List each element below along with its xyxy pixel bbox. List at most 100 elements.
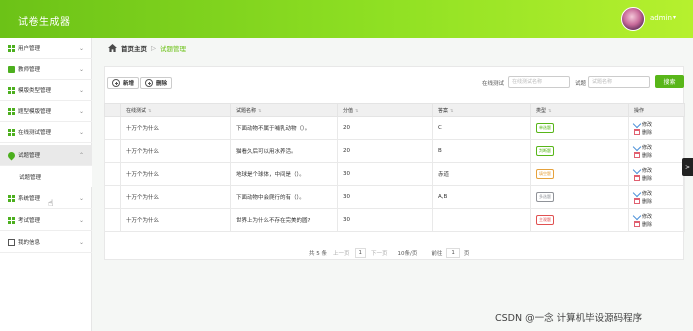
- trash-icon: [634, 221, 640, 227]
- sidebar-item-label: 题型模版管理: [18, 109, 52, 115]
- cell-type: 单选题: [530, 116, 629, 140]
- grid-icon: [8, 128, 15, 136]
- user-avatar[interactable]: [621, 7, 645, 31]
- cell-answer: [432, 208, 531, 232]
- sidebar-item-question-templates[interactable]: 题型模版管理 ⌄: [0, 101, 92, 122]
- cell-type: 填空题: [530, 162, 629, 186]
- column-header[interactable]: 在线测试 ⇅: [120, 103, 231, 117]
- mouse-cursor-icon: ☝: [48, 199, 54, 209]
- row-select-cell[interactable]: [104, 116, 121, 140]
- delete-action[interactable]: 删除: [634, 128, 684, 136]
- cell-answer: A,B: [432, 185, 531, 209]
- side-toggle-tab[interactable]: >: [682, 158, 693, 176]
- cell-test: 十万个为什么: [120, 162, 231, 186]
- cell-answer: B: [432, 139, 531, 163]
- chevron-down-icon: ⌄: [78, 195, 84, 202]
- delete-action[interactable]: 删除: [634, 174, 684, 182]
- trash-icon: [634, 129, 640, 135]
- row-select-cell[interactable]: [104, 208, 121, 232]
- table-row[interactable]: 十万个为什么 下面动物不属于哺乳动物（）。 20 C 单选题 修改 删除: [104, 116, 685, 140]
- cell-question: 地球是个球体，中间是（）。: [230, 162, 338, 186]
- minus-icon: [145, 79, 153, 87]
- pager-page-unit: 页: [463, 251, 470, 257]
- add-button-label: 新增: [123, 81, 135, 87]
- select-all-cell[interactable]: [104, 103, 121, 117]
- table-row[interactable]: 十万个为什么 地球是个球体，中间是（）。 30 赤道 填空题 修改 删除: [104, 162, 685, 186]
- chevron-down-icon: ⌄: [78, 239, 84, 246]
- watermark: CSDN @一念 计算机毕设源码程序: [495, 313, 643, 324]
- table-row[interactable]: 十万个为什么 下面动物中会爬行的有（）。 30 A,B 多选题 修改 删除: [104, 185, 685, 209]
- pager-prev[interactable]: 上一页: [333, 249, 350, 257]
- edit-action[interactable]: 修改: [632, 119, 684, 129]
- type-badge: 单选题: [536, 123, 554, 133]
- row-select-cell[interactable]: [104, 185, 121, 209]
- cell-question: 下面动物中会爬行的有（）。: [230, 185, 338, 209]
- sidebar-item-users[interactable]: 用户管理 ⌄: [0, 38, 92, 59]
- cell-score: 30: [337, 185, 433, 209]
- cell-test: 十万个为什么: [120, 139, 231, 163]
- sidebar-item-online-tests[interactable]: 在线测试管理 ⌄: [0, 122, 92, 143]
- chevron-up-icon: ⌃: [78, 152, 84, 159]
- grid-icon: [8, 44, 15, 52]
- delete-button[interactable]: 删除: [140, 77, 173, 89]
- chevron-down-icon: ⌄: [78, 87, 84, 94]
- pager-goto-input[interactable]: 1: [446, 248, 460, 258]
- delete-action[interactable]: 删除: [634, 220, 684, 228]
- column-header[interactable]: 答案 ⇅: [432, 103, 531, 117]
- sidebar-item-system[interactable]: 系统管理 ⌄: [0, 188, 92, 209]
- cell-actions: 修改 删除: [628, 139, 685, 163]
- pager-next[interactable]: 下一页: [371, 249, 388, 257]
- home-icon: [108, 44, 117, 52]
- cell-actions: 修改 删除: [628, 208, 685, 232]
- pin-icon: [6, 150, 17, 160]
- edit-action[interactable]: 修改: [632, 165, 684, 175]
- user-name[interactable]: admin: [650, 14, 672, 22]
- sidebar-item-teachers[interactable]: 教师管理 ⌄: [0, 59, 92, 80]
- cell-test: 十万个为什么: [120, 116, 231, 140]
- pager-goto-label: 前往: [431, 251, 443, 257]
- type-badge: 填空题: [536, 169, 554, 179]
- delete-action[interactable]: 删除: [634, 151, 684, 159]
- chevron-down-icon: ⌄: [78, 66, 84, 73]
- column-header[interactable]: 分值 ⇅: [337, 103, 433, 117]
- table-header-row: 在线测试 ⇅ 试题名称 ⇅ 分值 ⇅ 答案 ⇅ 类型 ⇅ 操作: [104, 103, 685, 117]
- pager-size-select[interactable]: 10条/页: [398, 249, 418, 257]
- cell-answer: C: [432, 116, 531, 140]
- edit-action[interactable]: 修改: [632, 188, 684, 198]
- search-button[interactable]: 搜索: [655, 75, 684, 88]
- column-header[interactable]: 试题名称 ⇅: [230, 103, 338, 117]
- cell-test: 十万个为什么: [120, 185, 231, 209]
- table-row[interactable]: 十万个为什么 猫看久后可以用水养活。 20 B 判断题 修改 删除: [104, 139, 685, 163]
- type-badge: 主观题: [536, 215, 554, 225]
- doc-icon: [8, 238, 15, 246]
- sidebar-item-my-info[interactable]: 我的信息 ⌄: [0, 232, 92, 253]
- cell-question: 猫看久后可以用水养活。: [230, 139, 338, 163]
- cell-question: 世界上为什么不存在完美的圆?: [230, 208, 338, 232]
- row-select-cell[interactable]: [104, 162, 121, 186]
- breadcrumb-home[interactable]: 首页主页: [121, 43, 147, 53]
- add-button[interactable]: 新增: [107, 77, 140, 89]
- cell-type: 主观题: [530, 208, 629, 232]
- search-input-test[interactable]: 在线测试名称: [508, 76, 570, 88]
- breadcrumb-current: 试题管理: [160, 45, 186, 53]
- sidebar-item-questions[interactable]: 试题管理 ⌃: [0, 145, 92, 166]
- edit-icon: [632, 211, 642, 221]
- pager-page[interactable]: 1: [354, 248, 367, 258]
- sidebar-item-label: 在线测试管理: [18, 130, 52, 136]
- plus-icon: [112, 79, 120, 87]
- edit-action[interactable]: 修改: [632, 142, 684, 152]
- column-header[interactable]: 类型 ⇅: [530, 103, 629, 117]
- sidebar-subitem-questions[interactable]: 试题管理: [0, 166, 92, 187]
- sidebar-item-label: 试题管理: [18, 153, 41, 159]
- edit-action[interactable]: 修改: [632, 211, 684, 221]
- sidebar-item-template-types[interactable]: 模版类型管理 ⌄: [0, 80, 92, 101]
- row-select-cell[interactable]: [104, 139, 121, 163]
- top-bar: 试卷生成器 admin ▾: [0, 0, 693, 38]
- table-row[interactable]: 十万个为什么 世界上为什么不存在完美的圆? 30 主观题 修改 删除: [104, 208, 685, 232]
- chevron-down-icon[interactable]: ▾: [673, 14, 676, 21]
- sidebar-item-label: 我的信息: [18, 240, 41, 246]
- edit-icon: [632, 119, 642, 129]
- delete-action[interactable]: 删除: [634, 197, 684, 205]
- search-input-question[interactable]: 试题名称: [588, 76, 650, 88]
- sidebar-item-exams[interactable]: 考试管理 ⌄: [0, 210, 92, 231]
